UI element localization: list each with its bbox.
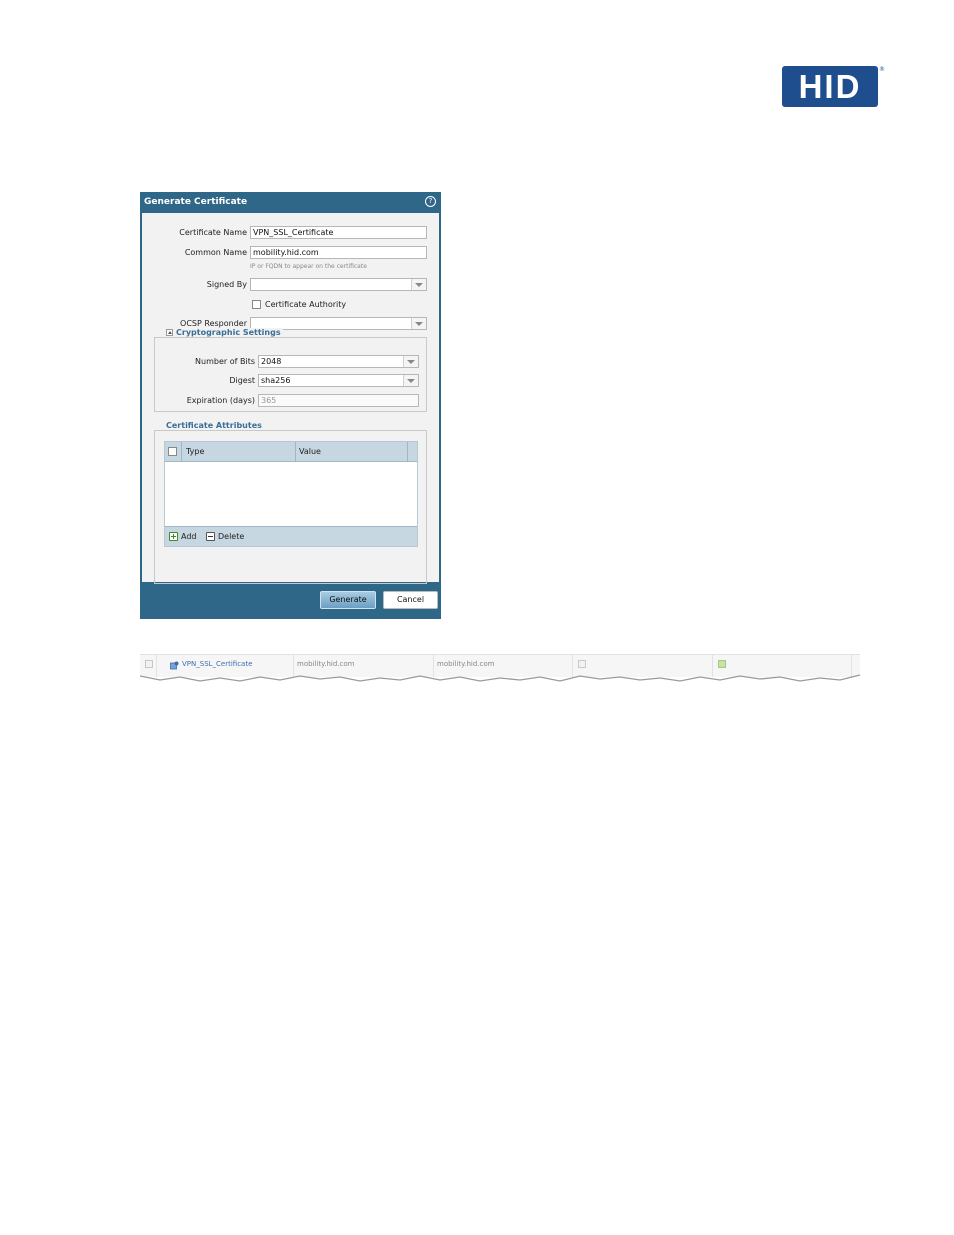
common-name-hint: IP or FQDN to appear on the certificate <box>250 263 367 270</box>
certificate-authority-checkbox[interactable] <box>252 300 261 309</box>
chevron-down-icon[interactable] <box>411 318 426 329</box>
number-of-bits-label: Number of Bits <box>195 357 255 366</box>
expiration-input[interactable]: 365 <box>258 394 419 407</box>
digest-value: sha256 <box>261 376 291 385</box>
collapse-icon[interactable] <box>166 329 173 336</box>
row-checkbox[interactable] <box>145 660 153 668</box>
certificate-name-label: Certificate Name <box>179 228 247 237</box>
key-check-icon <box>718 660 726 668</box>
attributes-table: Type Value Add Delete <box>164 441 418 547</box>
dialog-title: Generate Certificate <box>144 197 248 207</box>
dialog-body: Certificate Name VPN_SSL_Certificate Com… <box>142 213 439 584</box>
digest-select[interactable]: sha256 <box>258 374 419 387</box>
column-divider <box>295 442 296 461</box>
dialog-titlebar: Generate Certificate ? <box>140 192 441 213</box>
column-divider <box>181 442 182 461</box>
subject-cell: mobility.hid.com <box>297 660 355 668</box>
number-of-bits-value: 2048 <box>261 357 282 366</box>
chevron-down-icon[interactable] <box>403 375 418 386</box>
certificate-name-link[interactable]: VPN_SSL_Certificate <box>182 660 252 668</box>
signed-by-label: Signed By <box>206 280 247 289</box>
generate-certificate-dialog: Generate Certificate ? Certificate Name … <box>140 192 441 619</box>
number-of-bits-select[interactable]: 2048 <box>258 355 419 368</box>
certificate-authority-label: Certificate Authority <box>265 300 347 309</box>
logo-text: HID <box>798 68 862 105</box>
common-name-input[interactable]: mobility.hid.com <box>250 246 427 259</box>
attributes-table-footer: Add Delete <box>165 526 417 546</box>
chevron-down-icon[interactable] <box>411 279 426 290</box>
delete-label: Delete <box>218 532 245 541</box>
column-divider <box>407 442 408 461</box>
generate-button[interactable]: Generate <box>320 591 376 609</box>
cryptographic-settings-title: Cryptographic Settings <box>176 328 281 337</box>
common-name-label: Common Name <box>184 248 247 257</box>
attributes-table-header: Type Value <box>165 442 417 462</box>
column-type[interactable]: Type <box>186 447 204 456</box>
column-value[interactable]: Value <box>299 447 321 456</box>
add-icon <box>169 532 178 541</box>
add-button[interactable]: Add <box>169 532 197 541</box>
chevron-down-icon[interactable] <box>403 356 418 367</box>
certificate-list-row: VPN_SSL_Certificate mobility.hid.com mob… <box>140 654 866 688</box>
issuer-cell: mobility.hid.com <box>437 660 495 668</box>
signed-by-select[interactable] <box>250 278 427 291</box>
registered-mark: ® <box>879 66 885 73</box>
help-icon[interactable]: ? <box>425 196 436 207</box>
add-label: Add <box>181 532 197 541</box>
cryptographic-settings-legend[interactable]: Cryptographic Settings <box>164 328 283 337</box>
expiration-label: Expiration (days) <box>186 396 255 405</box>
certificate-icon <box>170 661 179 670</box>
torn-edge-decoration <box>140 672 866 688</box>
certificate-attributes-legend: Certificate Attributes <box>164 421 264 430</box>
delete-button[interactable]: Delete <box>206 532 244 541</box>
delete-icon <box>206 532 215 541</box>
certificate-name-input[interactable]: VPN_SSL_Certificate <box>250 226 427 239</box>
select-all-checkbox[interactable] <box>168 447 177 456</box>
cancel-button[interactable]: Cancel <box>383 591 438 609</box>
hid-logo: HID <box>782 66 878 107</box>
ca-checkbox <box>578 660 586 668</box>
digest-label: Digest <box>229 376 255 385</box>
ocsp-responder-label: OCSP Responder <box>180 319 247 328</box>
